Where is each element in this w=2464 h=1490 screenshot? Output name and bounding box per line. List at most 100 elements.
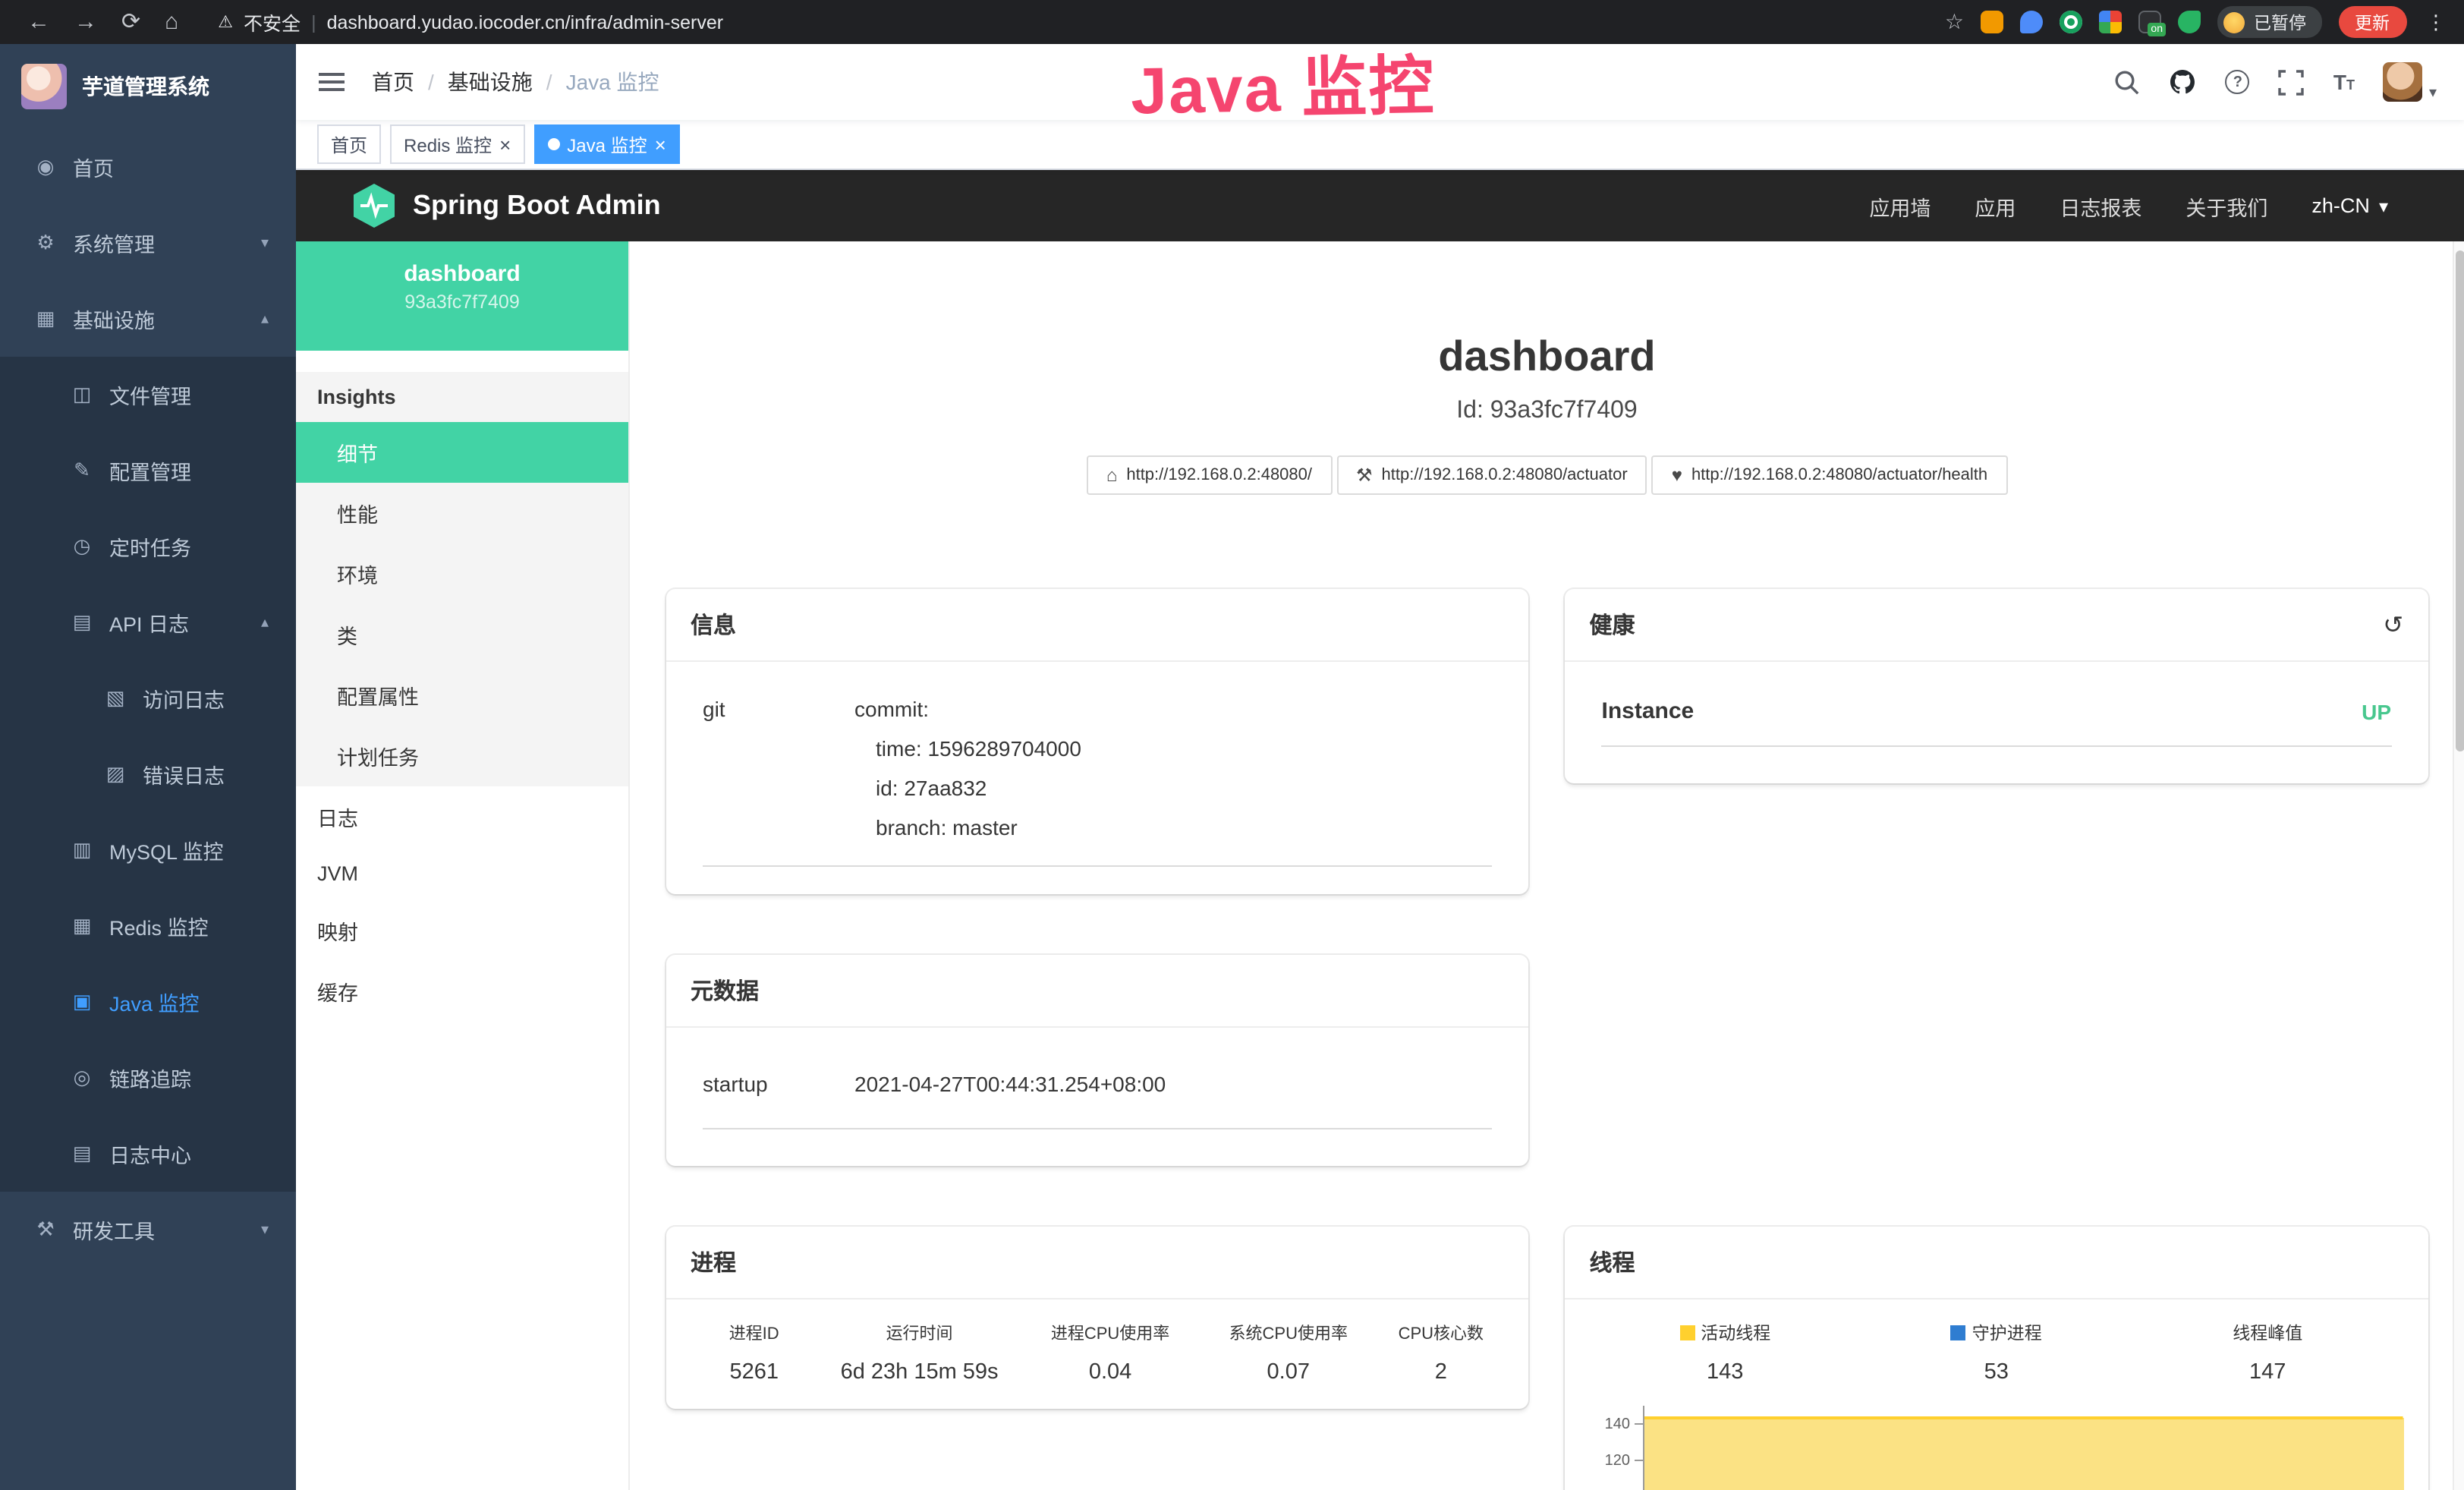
health-instance-row[interactable]: Instance UP [1602,698,2392,747]
tab-redis-monitor[interactable]: Redis 监控 × [390,124,524,164]
sidebar-item-dev-tools[interactable]: ⚒ 研发工具 ▾ [0,1192,296,1268]
browser-menu-icon[interactable]: ⋮ [2423,10,2449,34]
url-text[interactable]: dashboard.yudao.iocoder.cn/infra/admin-s… [327,11,724,33]
profile-paused-button[interactable]: 已暂停 [2217,6,2321,38]
github-icon[interactable] [2170,68,2197,96]
sidebar-item-label: 研发工具 [73,1214,155,1245]
extension-icon-5[interactable]: on [2138,11,2161,33]
info-git-row: git commit: time: 1596289704000 id: 27aa… [703,689,1493,867]
sidebar-item-log-center[interactable]: ▤ 日志中心 [0,1116,296,1192]
extension-icon-3[interactable] [2060,11,2082,33]
font-size-icon[interactable]: TT [2333,70,2355,94]
scrollbar-thumb[interactable] [2455,250,2464,751]
browser-nav-buttons: ← → ⟳ ⌂ [27,11,178,33]
sidebar-item-link-tracing[interactable]: ◎ 链路追踪 [0,1040,296,1116]
address-bar[interactable]: ⚠ 不安全 | dashboard.yudao.iocoder.cn/infra… [218,8,1927,36]
bookmark-star-icon[interactable]: ☆ [1945,9,1964,35]
metadata-card-title: 元数据 [666,955,1529,1028]
tab-label: Java 监控 [567,131,647,157]
sidebar-item-infrastructure[interactable]: ▦ 基础设施 ▴ [0,281,296,357]
sba-logo-icon [354,184,395,228]
sidebar-item-mysql-monitor[interactable]: ▥ MySQL 监控 [0,812,296,888]
sidebar-item-cron-jobs[interactable]: ◷ 定时任务 [0,509,296,584]
history-icon[interactable]: ↺ [2383,610,2403,640]
sba-nav-about[interactable]: 关于我们 [2186,191,2267,221]
home-icon[interactable]: ⌂ [165,11,178,33]
sidebar-item-api-logs[interactable]: ▤ API 日志 ▴ [0,584,296,660]
search-icon[interactable] [2115,69,2141,95]
chevron-down-icon: ▾ [261,235,269,251]
sba-item-classes[interactable]: 类 [296,604,628,665]
val-cpu-cores: 2 [1377,1360,1504,1384]
avatar-caret-icon: ▾ [2429,85,2437,102]
sba-instance-header[interactable]: dashboard 93a3fc7f7409 [296,241,628,351]
cards-grid: 信息 git commit: time: 1596289704000 id: 2… [666,589,2428,1490]
actuator-url-button[interactable]: ⚒ http://192.168.0.2:48080/actuator [1336,455,1647,495]
app-logo [21,64,67,109]
sidebar-item-java-monitor[interactable]: ▣ Java 监控 [0,964,296,1040]
sba-item-details[interactable]: 细节 [296,422,628,483]
metadata-value: 2021-04-27T00:44:31.254+08:00 [854,1064,1166,1104]
chevron-down-icon: ▾ [261,1221,269,1238]
spring-boot-admin: Spring Boot Admin 应用墙 应用 日志报表 关于我们 zh-CN… [296,170,2464,1490]
sba-item-logs[interactable]: 日志 [296,786,628,847]
sba-nav-journal[interactable]: 日志报表 [2060,191,2141,221]
sba-language-select[interactable]: zh-CN ▾ [2311,194,2388,217]
breadcrumb-home[interactable]: 首页 [372,67,414,97]
help-icon[interactable]: ? [2226,70,2250,94]
navbar-actions: ? TT ▾ [2115,62,2437,102]
extension-icon-6[interactable] [2178,11,2201,33]
hamburger-icon[interactable] [319,71,345,93]
sba-item-config-props[interactable]: 配置属性 [296,665,628,726]
git-commit-label: commit: [854,689,1081,729]
sidebar-item-home[interactable]: ◉ 首页 [0,129,296,205]
sba-item-mappings[interactable]: 映射 [296,900,628,961]
not-secure-label[interactable]: 不安全 [244,8,301,36]
breadcrumb: 首页 / 基础设施 / Java 监控 [372,67,659,97]
sidebar-item-error-logs[interactable]: ▨ 错误日志 [0,736,296,812]
sba-item-scheduled-tasks[interactable]: 计划任务 [296,726,628,786]
sba-item-caches[interactable]: 缓存 [296,961,628,1022]
reload-icon[interactable]: ⟳ [121,11,140,33]
screen: ← → ⟳ ⌂ ⚠ 不安全 | dashboard.yudao.iocoder.… [0,0,2464,1490]
user-avatar[interactable]: ▾ [2384,62,2437,102]
tab-home[interactable]: 首页 [317,124,381,164]
chrome-update-button[interactable]: 更新 [2338,6,2406,38]
extension-icon-1[interactable] [1981,11,2003,33]
tab-close-icon[interactable]: × [499,134,511,154]
forward-icon[interactable]: → [74,11,97,33]
fullscreen-icon[interactable] [2279,69,2305,95]
tab-close-icon[interactable]: × [655,134,666,154]
sidebar-item-label: 配置管理 [109,455,191,486]
extension-icon-2[interactable] [2020,11,2043,33]
breadcrumb-infrastructure[interactable]: 基础设施 [448,67,533,97]
sidebar-item-redis-monitor[interactable]: ▦ Redis 监控 [0,888,296,964]
eye-icon: ◎ [70,1066,94,1090]
threads-legend: 活动线程 143 守护进程 53 线程峰值 14 [1590,1321,2404,1384]
extension-icon-4[interactable] [2099,11,2122,33]
tab-java-monitor[interactable]: Java 监控 × [533,124,680,164]
sba-nav-applications[interactable]: 应用 [1975,191,2016,221]
sidebar-item-access-logs[interactable]: ▧ 访问日志 [0,660,296,736]
access-log-icon: ▧ [103,686,127,710]
sba-brand[interactable]: Spring Boot Admin [354,184,661,228]
actuator-url: http://192.168.0.2:48080/actuator [1382,466,1628,484]
log-icon: ▤ [70,610,94,635]
sidebar-item-config-mgmt[interactable]: ✎ 配置管理 [0,433,296,509]
sba-brand-title: Spring Boot Admin [413,190,661,222]
threads-card-title: 线程 [1566,1227,2428,1299]
health-url-button[interactable]: ♥ http://192.168.0.2:48080/actuator/heal… [1652,455,2007,495]
sba-item-performance[interactable]: 性能 [296,483,628,543]
sba-item-environment[interactable]: 环境 [296,543,628,604]
instance-url-button[interactable]: ⌂ http://192.168.0.2:48080/ [1087,455,1332,495]
col-uptime: 运行时间 [817,1321,1021,1345]
git-commit-time: time: 1596289704000 [854,729,1081,768]
sba-item-jvm[interactable]: JVM [296,847,628,900]
sidebar-item-label: MySQL 监控 [109,835,224,865]
sba-nav-wallboard[interactable]: 应用墙 [1869,191,1931,221]
back-icon[interactable]: ← [27,11,50,33]
sidebar-item-file-mgmt[interactable]: ◫ 文件管理 [0,357,296,433]
app-logo-row[interactable]: 芋道管理系统 [0,44,296,129]
sidebar-item-system-mgmt[interactable]: ⚙ 系统管理 ▾ [0,205,296,281]
dashboard-icon: ◉ [33,155,58,179]
